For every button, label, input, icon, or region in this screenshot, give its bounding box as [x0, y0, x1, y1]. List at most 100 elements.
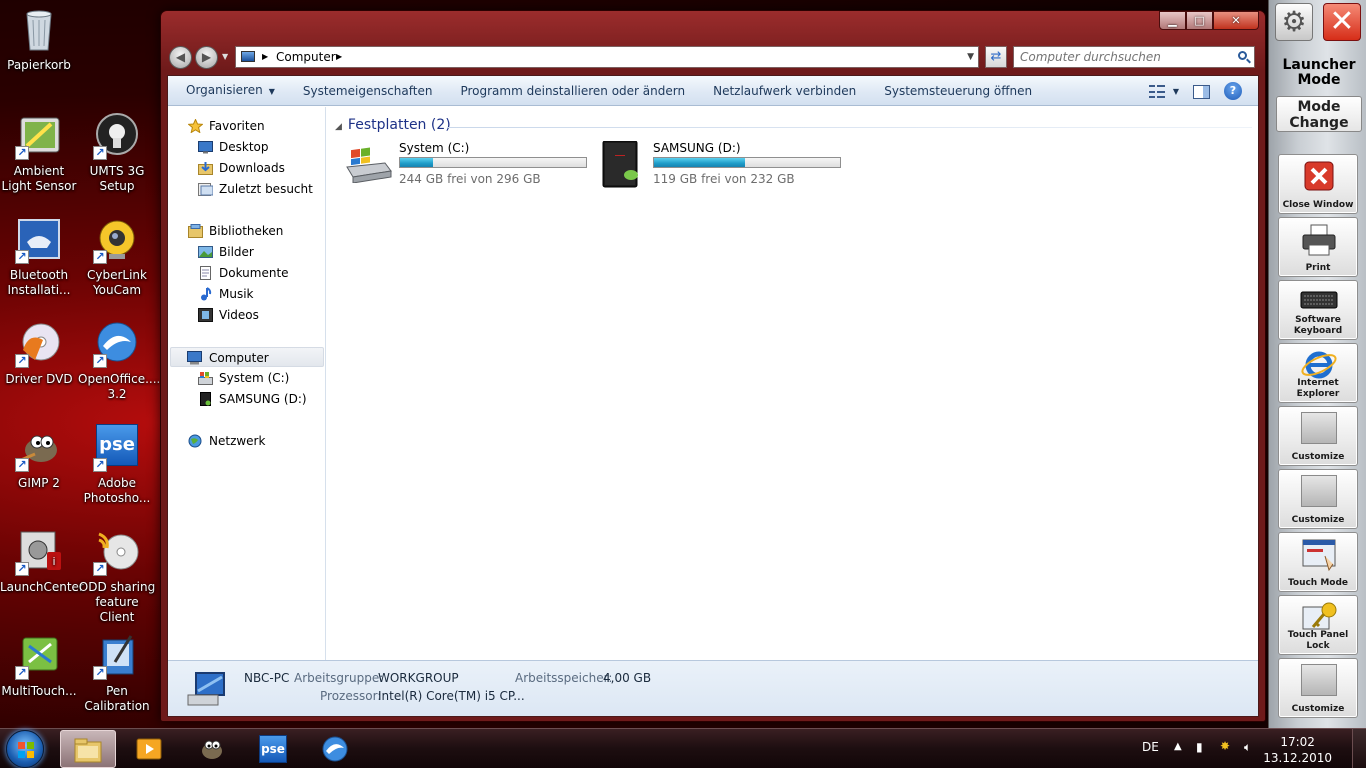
desktop-icon-multitouch[interactable]: ↗ MultiTouch... [0, 632, 78, 699]
back-button[interactable]: ◀ [169, 46, 192, 69]
change-view-icon[interactable] [1148, 82, 1167, 100]
desktop-icon-label: CyberLink YouCam [87, 268, 147, 297]
clock[interactable]: 17:02 13.12.2010 [1263, 734, 1332, 766]
network-globe-icon [188, 434, 203, 448]
desktop-icon-cyberlink-youcam[interactable]: ↗ CyberLink YouCam [78, 216, 156, 298]
recent-pages-dropdown[interactable]: ▼ [222, 52, 228, 61]
show-desktop-button[interactable] [1352, 729, 1366, 768]
breadcrumb-arrow-icon[interactable]: ▶ [262, 47, 268, 67]
customize-button[interactable]: Customize [1278, 406, 1358, 466]
group-title: Festplatten (2) [347, 117, 451, 133]
computer-icon [241, 51, 255, 62]
preview-pane-icon[interactable] [1193, 85, 1210, 99]
action-center-flag-icon[interactable]: ✸ [1220, 739, 1230, 753]
taskbar-media-player[interactable] [122, 730, 178, 768]
close-button[interactable]: ✕ [1213, 11, 1259, 30]
open-control-panel-button[interactable]: Systemsteuerung öffnen [870, 76, 1046, 106]
drive-system-c[interactable]: System (C:) 244 GB frei von 296 GB [345, 141, 595, 193]
taskbar-gimp[interactable] [184, 730, 240, 768]
shortcut-arrow-icon: ↗ [93, 250, 107, 264]
odd-sharing-icon: ↗ [93, 528, 141, 576]
address-bar[interactable]: ▶ Computer ▶ ▼ [235, 46, 979, 68]
breadcrumb-arrow-icon[interactable]: ▶ [336, 47, 342, 67]
desktop-icon-bluetooth[interactable]: ↗ Bluetooth Installati... [0, 216, 78, 298]
taskbar-photoshop-elements[interactable]: pse [246, 730, 302, 768]
search-icon[interactable] [1238, 51, 1247, 60]
customize-button[interactable]: Customize [1278, 469, 1358, 529]
taskbar-openoffice[interactable] [308, 730, 364, 768]
system-properties-button[interactable]: Systemeigenschaften [289, 76, 447, 106]
multitouch-icon: ↗ [15, 632, 63, 680]
nav-label: Desktop [219, 140, 269, 154]
language-indicator[interactable]: DE [1142, 740, 1159, 754]
taskbar-explorer[interactable] [60, 730, 116, 768]
desktop-icon-openoffice[interactable]: ↗ OpenOffice.... 3.2 [78, 320, 160, 402]
downloads-folder-icon [198, 161, 213, 175]
umts-setup-icon: ↗ [93, 112, 141, 160]
software-keyboard-button[interactable]: Software Keyboard [1278, 280, 1358, 340]
volume-icon[interactable]: 🔈︎ [1244, 740, 1251, 755]
view-dropdown-icon[interactable]: ▼ [1173, 87, 1179, 96]
computer-icon [187, 351, 202, 365]
bluetooth-installation-icon: ↗ [15, 216, 63, 264]
desktop-icon-pen-calibration[interactable]: ↗ Pen Calibration [78, 632, 156, 714]
drives-group-header[interactable]: ◢ Festplatten (2) [335, 117, 451, 133]
recent-places-icon [198, 182, 214, 196]
maximize-button[interactable]: □ [1186, 11, 1213, 30]
touch-mode-button[interactable]: Touch Mode [1278, 532, 1358, 592]
workgroup-label: Arbeitsgruppe: [294, 671, 384, 685]
mode-change-button[interactable]: Mode Change [1276, 96, 1362, 132]
start-button[interactable] [6, 730, 44, 768]
pc-name: NBC-PC [244, 671, 290, 685]
organize-label: Organisieren [186, 82, 263, 97]
drive-samsung-d[interactable]: SAMSUNG (D:) 119 GB frei von 232 GB [599, 140, 849, 193]
refresh-button[interactable]: ⇄ [985, 46, 1007, 68]
photoshop-elements-icon: pse [259, 735, 287, 763]
customize-button[interactable]: Customize [1278, 658, 1358, 718]
address-row: ◀ ▶ ▼ ▶ Computer ▶ ▼ ⇄ [167, 45, 1259, 69]
desktop-icon-ambient-light-sensor[interactable]: ↗ Ambient Light Sensor [0, 112, 78, 194]
breadcrumb-computer[interactable]: Computer [276, 47, 336, 67]
pen-calibration-icon: ↗ [93, 632, 141, 680]
shortcut-arrow-icon: ↗ [15, 354, 29, 368]
help-icon[interactable]: ? [1224, 82, 1242, 100]
photoshop-elements-icon: pse ↗ [93, 424, 141, 472]
desktop-icon-label: Bluetooth Installati... [7, 268, 71, 297]
close-window-icon [1299, 160, 1339, 194]
address-dropdown-icon[interactable]: ▼ [967, 47, 974, 67]
show-hidden-icons[interactable]: ▲ [1174, 741, 1182, 752]
touch-panel-lock-button[interactable]: Touch Panel Lock [1278, 595, 1358, 655]
map-network-drive-button[interactable]: Netzlaufwerk verbinden [699, 76, 870, 106]
recycle-bin-icon [15, 6, 63, 54]
desktop-icon-launchcenter[interactable]: i ↗ LaunchCenter [0, 528, 84, 595]
organize-menu[interactable]: Organisieren ▼ [172, 76, 289, 107]
desktop-icon-gimp[interactable]: ↗ GIMP 2 [0, 424, 78, 491]
uninstall-program-button[interactable]: Programm deinstallieren oder ändern [446, 76, 699, 106]
customize-placeholder-icon [1301, 475, 1337, 507]
forward-button[interactable]: ▶ [195, 46, 218, 69]
launcher-panel: ⚙ ✕ Launcher Mode Mode Change Close Wind… [1268, 0, 1366, 728]
desktop-icon-umts-setup[interactable]: ↗ UMTS 3G Setup [78, 112, 156, 194]
dvd-icon: ↗ [15, 320, 63, 368]
desktop-icon-recycle-bin[interactable]: Papierkorb [0, 6, 78, 73]
internet-explorer-button[interactable]: Internet Explorer [1278, 343, 1358, 403]
desktop-icon-label: LaunchCenter [0, 580, 84, 594]
desktop-icon-label: Papierkorb [7, 58, 71, 72]
desktop-icon-adobe-photoshop[interactable]: pse ↗ Adobe Photosho... [78, 424, 156, 506]
shortcut-arrow-icon: ↗ [15, 562, 29, 576]
print-button[interactable]: Print [1278, 217, 1358, 277]
nav-label: System (C:) [219, 371, 290, 385]
close-window-button[interactable]: Close Window [1278, 154, 1358, 214]
desktop-icon-odd-sharing[interactable]: ↗ ODD sharing feature Client [78, 528, 156, 625]
nav-computer[interactable]: Computer [170, 347, 324, 367]
desktop-icon-driver-dvd[interactable]: ↗ Driver DVD [0, 320, 78, 387]
search-box[interactable] [1013, 46, 1255, 68]
minimize-button[interactable]: ▁ [1159, 11, 1186, 30]
launcher-close-button[interactable]: ✕ [1323, 3, 1361, 41]
search-input[interactable] [1014, 47, 1224, 67]
desktop-icon-label: Adobe Photosho... [83, 476, 151, 505]
settings-gear-button[interactable]: ⚙ [1275, 3, 1313, 41]
launcher-button-label: Print [1305, 263, 1331, 273]
nav-label: Zuletzt besucht [219, 182, 313, 196]
tray-device-icon[interactable]: ▮ [1196, 740, 1203, 754]
